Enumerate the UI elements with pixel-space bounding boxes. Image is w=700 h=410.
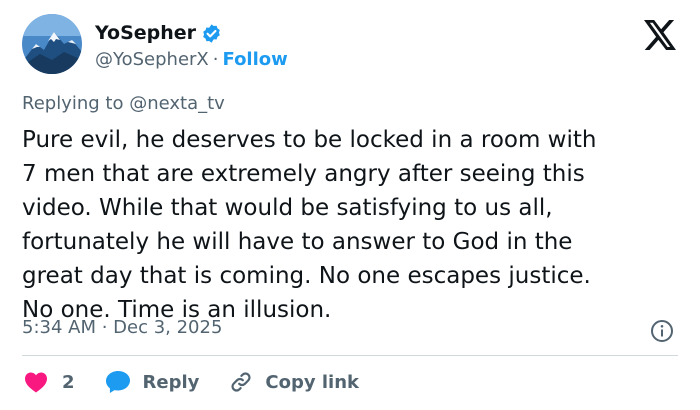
- copy-link-label: Copy link: [265, 371, 359, 393]
- author-avatar[interactable]: [22, 14, 82, 74]
- author-name-row: YoSepher: [95, 22, 222, 44]
- author-handle[interactable]: @YoSepherX: [95, 49, 209, 70]
- author-display-name[interactable]: YoSepher: [95, 22, 196, 44]
- tweet-text: Pure evil, he deserves to be locked in a…: [22, 123, 682, 327]
- tweet-timestamp[interactable]: 5:34 AM · Dec 3, 2025: [22, 317, 222, 338]
- author-handle-row: @YoSepherX · Follow: [95, 49, 288, 70]
- reply-target-handle[interactable]: @nexta_tv: [129, 93, 225, 114]
- embedded-tweet-card: YoSepher @YoSepherX · Follow Replying to…: [0, 0, 700, 410]
- info-icon[interactable]: [650, 319, 674, 343]
- link-icon: [231, 372, 251, 392]
- divider: [22, 355, 678, 356]
- x-logo-icon[interactable]: [644, 20, 676, 50]
- tweet-text-line: 7 men that are extremely angry after see…: [22, 161, 585, 187]
- like-button[interactable]: 2: [24, 371, 75, 393]
- like-count: 2: [62, 371, 75, 393]
- reply-label: Reply: [142, 371, 200, 393]
- replying-to-line: Replying to @nexta_tv: [22, 93, 225, 114]
- copy-link-button[interactable]: Copy link: [229, 370, 359, 394]
- handle-separator: ·: [212, 49, 219, 70]
- heart-icon: [25, 372, 47, 393]
- tweet-text-line: Pure evil, he deserves to be locked in a…: [22, 127, 597, 153]
- mountain-avatar-image: [22, 14, 82, 74]
- tweet-text-line: fortunately he will have to answer to Go…: [22, 229, 573, 255]
- replying-to-prefix: Replying to: [22, 93, 130, 114]
- reply-button[interactable]: Reply: [105, 370, 200, 394]
- follow-button[interactable]: Follow: [223, 49, 288, 70]
- action-bar: 2 Reply Copy link: [24, 370, 359, 394]
- speech-bubble-icon: [105, 371, 130, 393]
- tweet-text-line: great day that is coming. No one escapes…: [22, 263, 591, 289]
- verified-badge-icon: [201, 23, 222, 44]
- tweet-text-line: video. While that would be satisfying to…: [22, 195, 553, 221]
